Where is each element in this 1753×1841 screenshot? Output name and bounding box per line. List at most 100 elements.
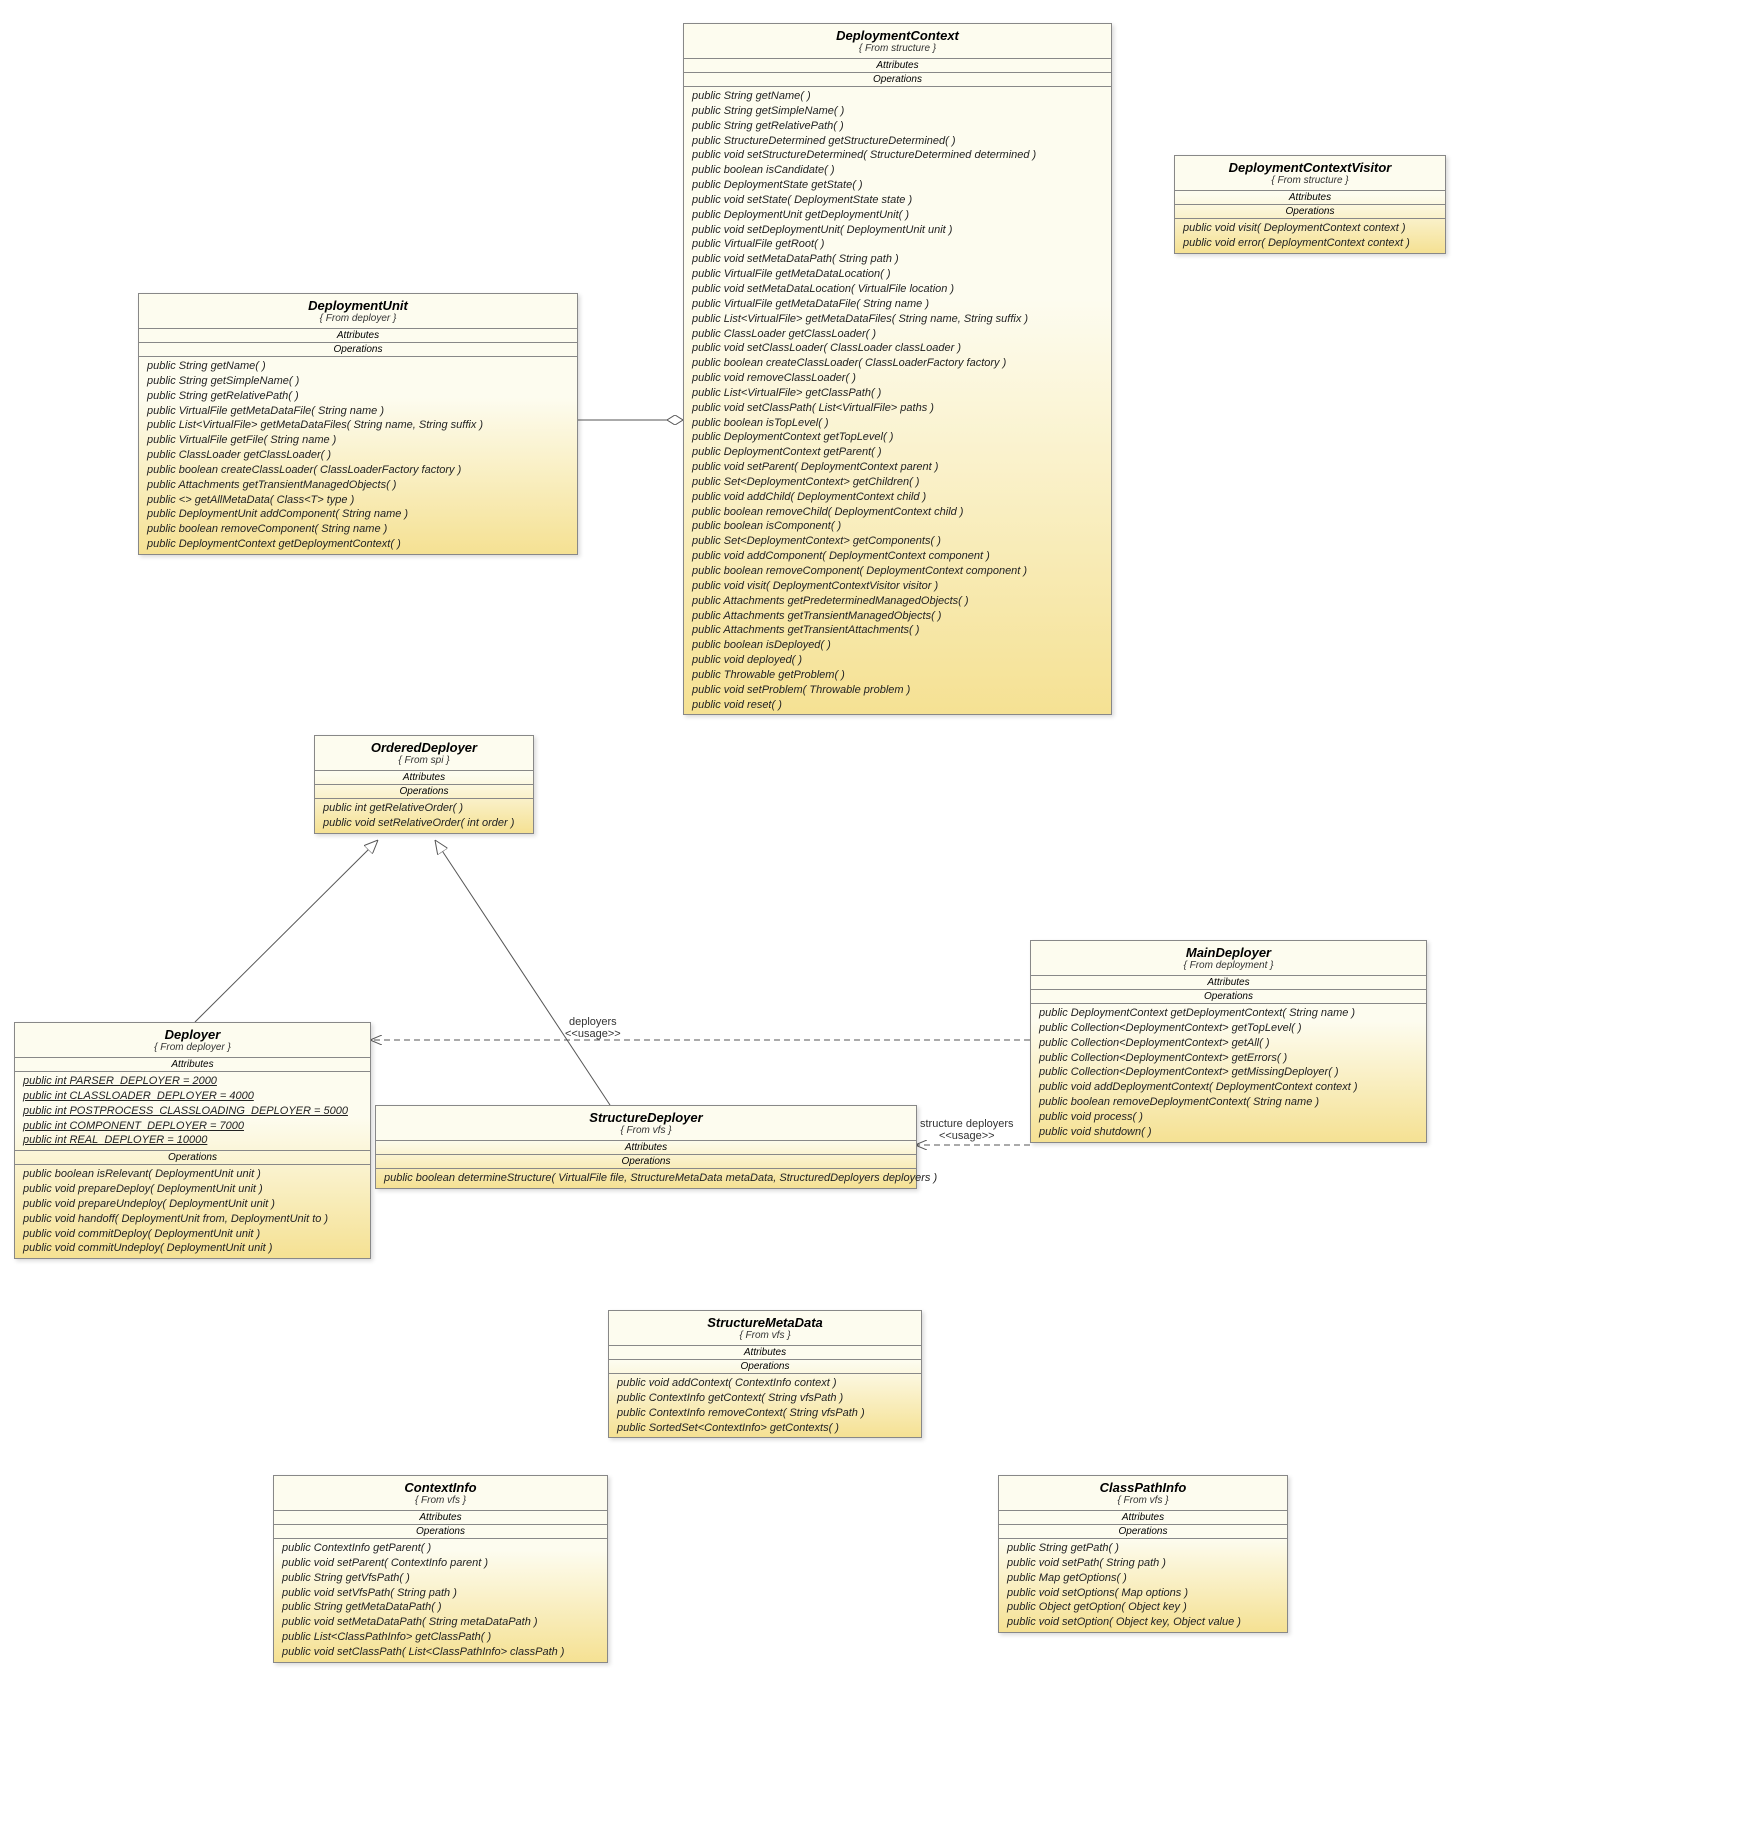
operation: public VirtualFile getRoot( ): [692, 237, 1103, 252]
operation: public Attachments getTransientAttachmen…: [692, 623, 1103, 638]
class-from: { From deployer }: [145, 313, 571, 324]
operation: public String getRelativePath( ): [692, 119, 1103, 134]
operation: public void setProblem( Throwable proble…: [692, 683, 1103, 698]
operation: public String getRelativePath( ): [147, 389, 569, 404]
operation: public boolean removeChild( DeploymentCo…: [692, 505, 1103, 520]
operations-label: Operations: [609, 1360, 921, 1374]
class-name: ContextInfo: [280, 1480, 601, 1495]
operation: public void removeClassLoader( ): [692, 371, 1103, 386]
operation: public void error( DeploymentContext con…: [1183, 236, 1437, 251]
operation: public void setMetaDataLocation( Virtual…: [692, 282, 1103, 297]
operation: public void setStructureDetermined( Stru…: [692, 148, 1103, 163]
attribute: public int PARSER_DEPLOYER = 2000: [23, 1074, 362, 1089]
operation: public void setState( DeploymentState st…: [692, 193, 1103, 208]
operations-label: Operations: [315, 785, 533, 799]
class-from: { From structure }: [1181, 175, 1439, 186]
operation: public void setDeploymentUnit( Deploymen…: [692, 223, 1103, 238]
operation: public String getName( ): [147, 359, 569, 374]
operation: public void visit( DeploymentContext con…: [1183, 221, 1437, 236]
operation: public Set<DeploymentContext> getChildre…: [692, 475, 1103, 490]
attributes-section: public int PARSER_DEPLOYER = 2000public …: [15, 1072, 370, 1151]
class-name: DeploymentContextVisitor: [1181, 160, 1439, 175]
attributes-label: Attributes: [999, 1511, 1287, 1525]
operations-label: Operations: [376, 1155, 916, 1169]
class-from: { From deployment }: [1037, 960, 1420, 971]
attributes-label: Attributes: [1031, 976, 1426, 990]
class-header: ContextInfo{ From vfs }: [274, 1476, 607, 1511]
operation: public <> getAllMetaData( Class<T> type …: [147, 493, 569, 508]
operation: public void addComponent( DeploymentCont…: [692, 549, 1103, 564]
class-from: { From vfs }: [382, 1125, 910, 1136]
operations-label: Operations: [1175, 205, 1445, 219]
operation: public ContextInfo getContext( String vf…: [617, 1391, 913, 1406]
class-from: { From spi }: [321, 755, 527, 766]
operation: public StructureDetermined getStructureD…: [692, 134, 1103, 149]
operation: public void reset( ): [692, 698, 1103, 713]
class-from: { From deployer }: [21, 1042, 364, 1053]
operation: public List<VirtualFile> getClassPath( ): [692, 386, 1103, 401]
operation: public void addContext( ContextInfo cont…: [617, 1376, 913, 1391]
class-DeploymentContextVisitor: DeploymentContextVisitor{ From structure…: [1174, 155, 1446, 254]
operation: public Attachments getPredeterminedManag…: [692, 594, 1103, 609]
operation: public void setOptions( Map options ): [1007, 1586, 1279, 1601]
operation: public void visit( DeploymentContextVisi…: [692, 579, 1103, 594]
class-header: MainDeployer{ From deployment }: [1031, 941, 1426, 976]
operation: public boolean removeComponent( String n…: [147, 522, 569, 537]
class-header: Deployer{ From deployer }: [15, 1023, 370, 1058]
operation: public Collection<DeploymentContext> get…: [1039, 1051, 1418, 1066]
operation: public void addChild( DeploymentContext …: [692, 490, 1103, 505]
operation: public DeploymentContext getTopLevel( ): [692, 430, 1103, 445]
operation: public DeploymentState getState( ): [692, 178, 1103, 193]
operation: public boolean createClassLoader( ClassL…: [692, 356, 1103, 371]
class-name: OrderedDeployer: [321, 740, 527, 755]
class-Deployer: Deployer{ From deployer }Attributespubli…: [14, 1022, 371, 1259]
class-ClassPathInfo: ClassPathInfo{ From vfs }AttributesOpera…: [998, 1475, 1288, 1633]
class-StructureMetaData: StructureMetaData{ From vfs }AttributesO…: [608, 1310, 922, 1438]
class-header: DeploymentContext{ From structure }: [684, 24, 1111, 59]
operation: public String getName( ): [692, 89, 1103, 104]
operation: public SortedSet<ContextInfo> getContext…: [617, 1421, 913, 1436]
operation: public Collection<DeploymentContext> get…: [1039, 1021, 1418, 1036]
class-header: StructureMetaData{ From vfs }: [609, 1311, 921, 1346]
operation: public String getMetaDataPath( ): [282, 1600, 599, 1615]
operation: public List<VirtualFile> getMetaDataFile…: [692, 312, 1103, 327]
operation: public void addDeploymentContext( Deploy…: [1039, 1080, 1418, 1095]
operations-label: Operations: [1031, 990, 1426, 1004]
attributes-label: Attributes: [609, 1346, 921, 1360]
operation: public boolean removeDeploymentContext( …: [1039, 1095, 1418, 1110]
operation: public boolean isRelevant( DeploymentUni…: [23, 1167, 362, 1182]
operation: public void setMetaDataPath( String path…: [692, 252, 1103, 267]
operations-label: Operations: [684, 73, 1111, 87]
operation: public void setPath( String path ): [1007, 1556, 1279, 1571]
operations-section: public void visit( DeploymentContext con…: [1175, 219, 1445, 253]
class-name: MainDeployer: [1037, 945, 1420, 960]
operation: public String getSimpleName( ): [147, 374, 569, 389]
operation: public void setMetaDataPath( String meta…: [282, 1615, 599, 1630]
operations-section: public boolean determineStructure( Virtu…: [376, 1169, 916, 1188]
operation: public ClassLoader getClassLoader( ): [692, 327, 1103, 342]
class-header: DeploymentContextVisitor{ From structure…: [1175, 156, 1445, 191]
class-name: StructureDeployer: [382, 1110, 910, 1125]
attribute: public int CLASSLOADER_DEPLOYER = 4000: [23, 1089, 362, 1104]
operation: public Attachments getTransientManagedOb…: [147, 478, 569, 493]
operations-label: Operations: [139, 343, 577, 357]
operation: public boolean removeComponent( Deployme…: [692, 564, 1103, 579]
attributes-label: Attributes: [376, 1141, 916, 1155]
operations-section: public ContextInfo getParent( )public vo…: [274, 1539, 607, 1662]
operation: public boolean isTopLevel( ): [692, 416, 1103, 431]
operations-section: public void addContext( ContextInfo cont…: [609, 1374, 921, 1437]
operation: public String getSimpleName( ): [692, 104, 1103, 119]
operation: public VirtualFile getMetaDataLocation( …: [692, 267, 1103, 282]
operation: public ContextInfo removeContext( String…: [617, 1406, 913, 1421]
operation: public Attachments getTransientManagedOb…: [692, 609, 1103, 624]
attributes-label: Attributes: [1175, 191, 1445, 205]
attribute: public int POSTPROCESS_CLASSLOADING_DEPL…: [23, 1104, 362, 1119]
operations-section: public DeploymentContext getDeploymentCo…: [1031, 1004, 1426, 1142]
operation: public boolean isDeployed( ): [692, 638, 1103, 653]
operation: public String getVfsPath( ): [282, 1571, 599, 1586]
attribute: public int REAL_DEPLOYER = 10000: [23, 1133, 362, 1148]
operation: public void setVfsPath( String path ): [282, 1586, 599, 1601]
operation: public VirtualFile getMetaDataFile( Stri…: [147, 404, 569, 419]
attribute: public int COMPONENT_DEPLOYER = 7000: [23, 1119, 362, 1134]
attributes-label: Attributes: [684, 59, 1111, 73]
